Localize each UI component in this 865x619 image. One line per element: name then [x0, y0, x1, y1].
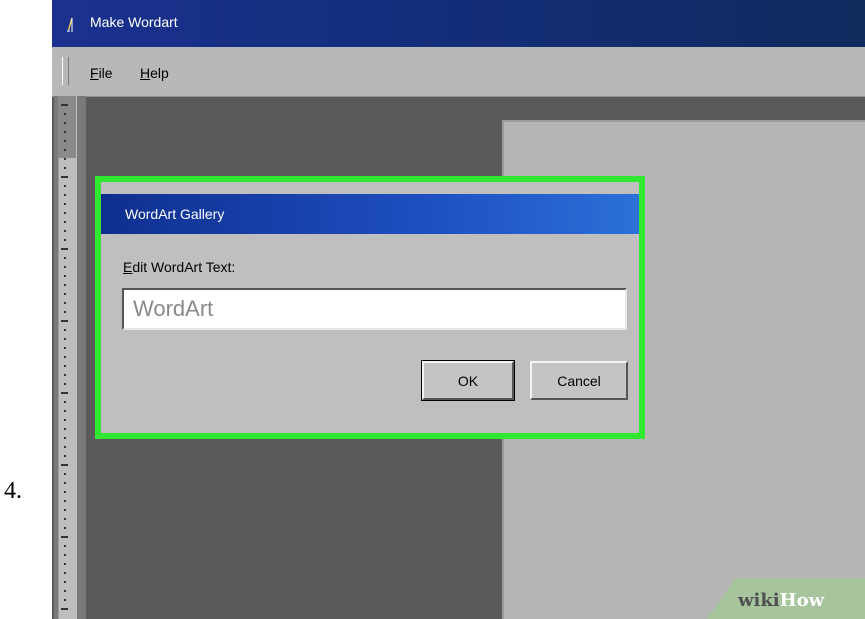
- ruler-minor-tick: [64, 509, 66, 511]
- ruler-minor-tick: [64, 185, 66, 187]
- ruler-minor-tick: [64, 446, 66, 448]
- ruler-minor-tick: [64, 194, 66, 196]
- ruler-strip: [58, 96, 77, 619]
- ruler-minor-tick: [64, 482, 66, 484]
- ruler-minor-tick: [64, 284, 66, 286]
- vertical-ruler: [54, 96, 86, 619]
- ruler-minor-tick: [64, 257, 66, 259]
- ruler-minor-tick: [64, 140, 66, 142]
- ruler-minor-tick: [64, 419, 66, 421]
- wordart-gallery-dialog: WordArt Gallery Edit WordArt Text: OK Ca…: [95, 176, 645, 439]
- ruler-minor-tick: [64, 149, 66, 151]
- ruler-major-tick: [61, 608, 68, 610]
- ruler-minor-tick: [64, 338, 66, 340]
- ruler-minor-tick: [64, 365, 66, 367]
- ruler-minor-tick: [64, 302, 66, 304]
- ruler-minor-tick: [64, 437, 66, 439]
- ok-button[interactable]: OK: [421, 360, 515, 401]
- wordart-app-icon: [67, 17, 73, 33]
- ruler-minor-tick: [64, 356, 66, 358]
- ruler-minor-tick: [64, 230, 66, 232]
- ruler-major-tick: [61, 536, 68, 538]
- ruler-major-tick: [61, 104, 68, 106]
- ruler-major-tick: [61, 320, 68, 322]
- menu-grip-handle[interactable]: [62, 57, 69, 85]
- ruler-minor-tick: [64, 383, 66, 385]
- title-bar[interactable]: Make Wordart: [52, 0, 865, 47]
- ruler-minor-tick: [64, 599, 66, 601]
- ruler-minor-tick: [64, 275, 66, 277]
- menu-file[interactable]: File: [90, 65, 113, 81]
- ruler-minor-tick: [64, 590, 66, 592]
- ruler-minor-tick: [64, 410, 66, 412]
- ruler-minor-tick: [64, 311, 66, 313]
- step-number: 4.: [4, 478, 22, 504]
- ruler-minor-tick: [64, 527, 66, 529]
- menu-help[interactable]: Help: [140, 65, 169, 81]
- ruler-minor-tick: [64, 581, 66, 583]
- ruler-minor-tick: [64, 473, 66, 475]
- edit-wordart-text-label: Edit WordArt Text:: [123, 259, 236, 275]
- ruler-minor-tick: [64, 563, 66, 565]
- ruler-minor-tick: [64, 239, 66, 241]
- ruler-minor-tick: [64, 428, 66, 430]
- ruler-minor-tick: [64, 518, 66, 520]
- ruler-minor-tick: [64, 221, 66, 223]
- ruler-minor-tick: [64, 122, 66, 124]
- app-window: Make Wordart File Help WordArt Gallery E…: [52, 0, 865, 619]
- ruler-minor-tick: [64, 545, 66, 547]
- ruler-minor-tick: [64, 455, 66, 457]
- ruler-minor-tick: [64, 203, 66, 205]
- ruler-minor-tick: [64, 167, 66, 169]
- watermark-wiki: wiki: [738, 590, 780, 611]
- ruler-minor-tick: [64, 266, 66, 268]
- ruler-major-tick: [61, 392, 68, 394]
- ruler-minor-tick: [64, 572, 66, 574]
- dialog-title-bar[interactable]: WordArt Gallery: [101, 194, 639, 234]
- ruler-minor-tick: [64, 491, 66, 493]
- ruler-minor-tick: [64, 500, 66, 502]
- ruler-minor-tick: [64, 158, 66, 160]
- wikihow-watermark: wikiHow: [738, 590, 824, 611]
- dialog-title: WordArt Gallery: [125, 206, 225, 222]
- ruler-minor-tick: [64, 554, 66, 556]
- ruler-minor-tick: [64, 212, 66, 214]
- window-title: Make Wordart: [90, 14, 178, 30]
- ruler-minor-tick: [64, 293, 66, 295]
- menu-bar: File Help: [52, 47, 865, 97]
- ruler-minor-tick: [64, 131, 66, 133]
- ruler-major-tick: [61, 176, 68, 178]
- wordart-text-input[interactable]: [122, 288, 627, 330]
- ruler-minor-tick: [64, 347, 66, 349]
- ruler-major-tick: [61, 248, 68, 250]
- ruler-minor-tick: [64, 113, 66, 115]
- ruler-minor-tick: [64, 401, 66, 403]
- ruler-minor-tick: [64, 374, 66, 376]
- ruler-major-tick: [61, 464, 68, 466]
- watermark-how: How: [779, 590, 825, 611]
- ruler-minor-tick: [64, 329, 66, 331]
- cancel-button[interactable]: Cancel: [530, 361, 628, 400]
